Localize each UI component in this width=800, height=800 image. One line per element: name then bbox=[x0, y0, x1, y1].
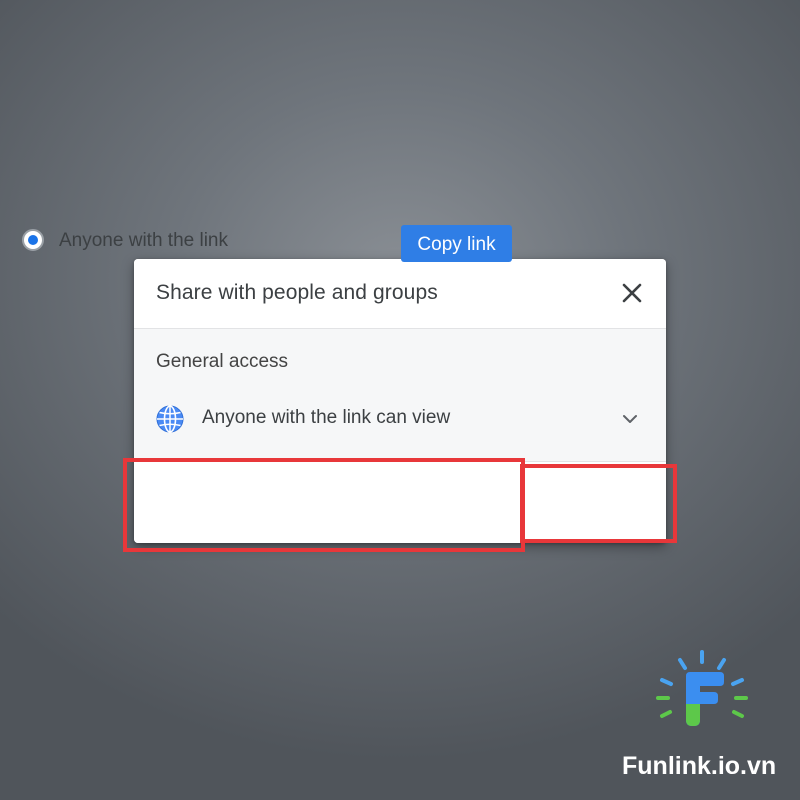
copy-link-button[interactable]: Copy link bbox=[401, 225, 512, 262]
globe-icon bbox=[156, 405, 184, 433]
chevron-down-icon bbox=[623, 415, 637, 423]
close-icon bbox=[622, 283, 642, 303]
general-access-label: General access bbox=[156, 351, 289, 372]
share-dialog: Share with people and groups General acc… bbox=[134, 259, 666, 543]
dialog-header: Share with people and groups bbox=[134, 259, 666, 329]
link-option-row bbox=[134, 462, 666, 543]
link-option-label[interactable]: Anyone with the link bbox=[59, 230, 228, 252]
general-access-dropdown[interactable]: Anyone with the link can view bbox=[154, 401, 646, 437]
close-button[interactable] bbox=[616, 277, 648, 309]
general-access-value: Anyone with the link can view bbox=[202, 407, 451, 428]
radio-selected-dot bbox=[28, 235, 38, 245]
link-option-radio[interactable] bbox=[22, 229, 44, 251]
general-access-section: General access Anyone with the link can … bbox=[134, 329, 666, 462]
funlink-logo-icon bbox=[656, 650, 748, 726]
watermark-text: Funlink.io.vn bbox=[622, 752, 777, 780]
dialog-title: Share with people and groups bbox=[156, 281, 438, 304]
